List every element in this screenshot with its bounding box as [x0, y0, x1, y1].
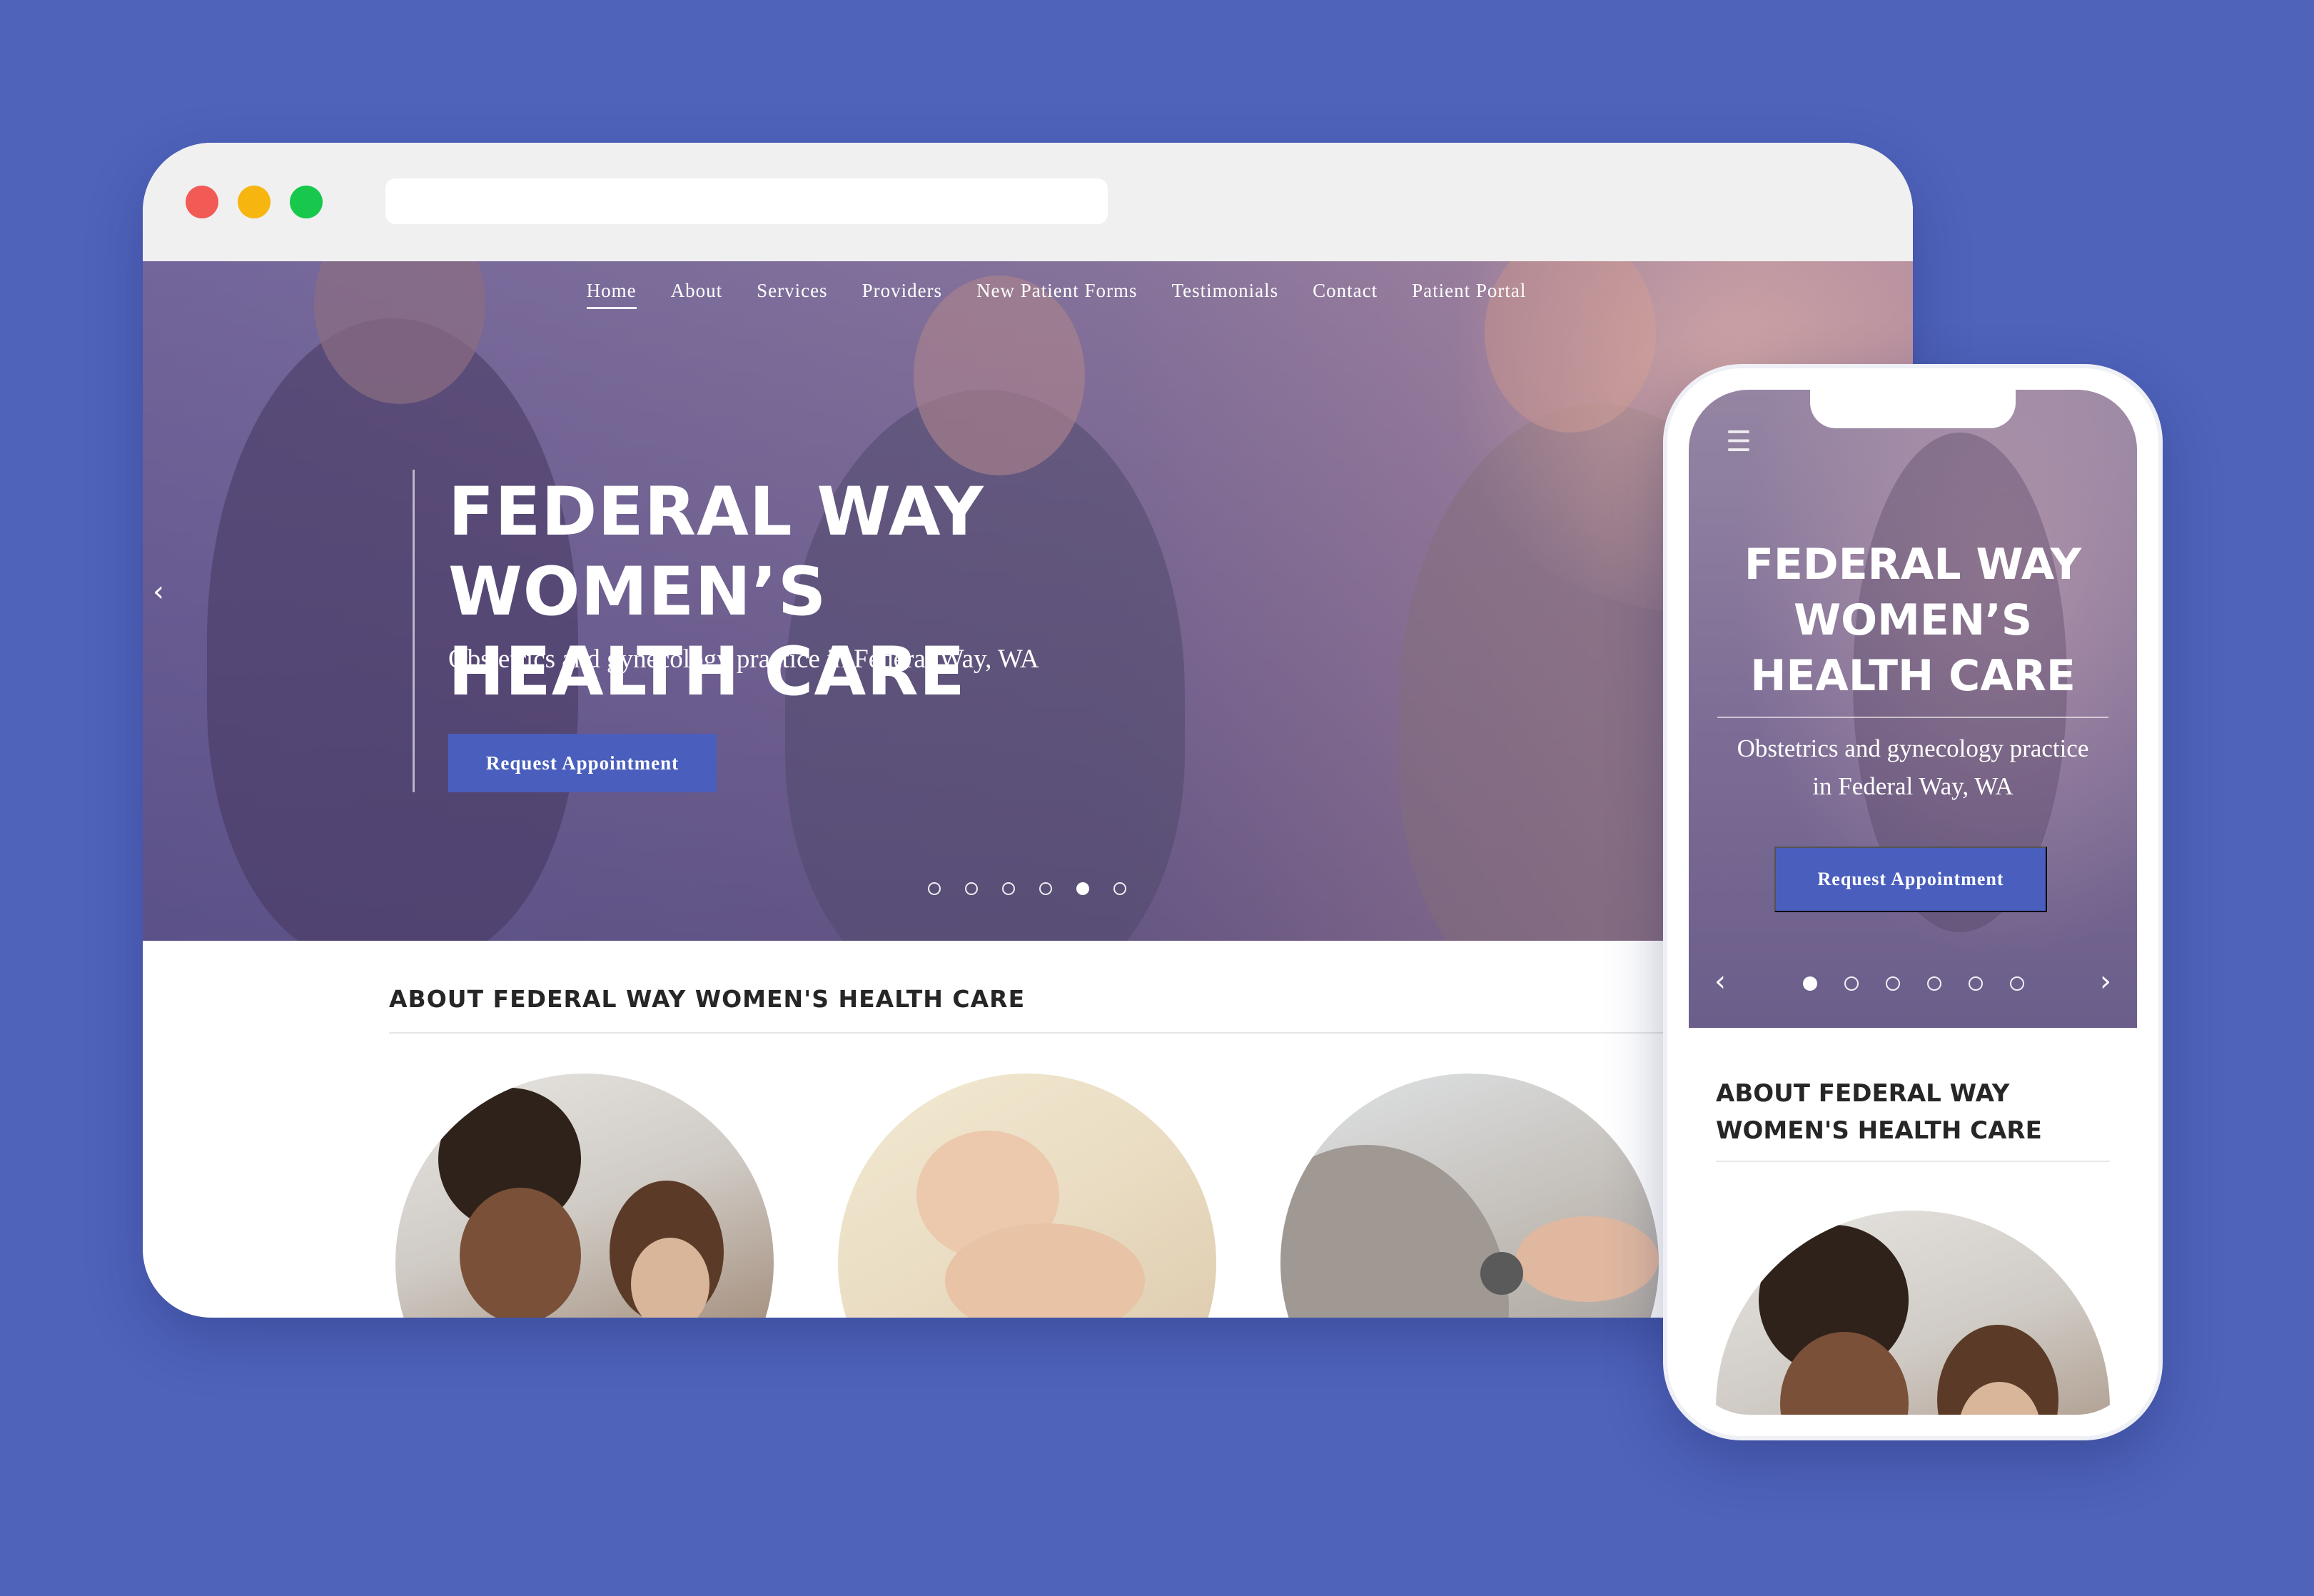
request-appointment-button[interactable]: Request Appointment — [448, 734, 717, 792]
mobile-request-appointment-button[interactable]: Request Appointment — [1774, 847, 2047, 912]
hero-subtitle: Obstetrics and gynecology practice in Fe… — [448, 645, 1039, 674]
phone-notch — [1810, 390, 2016, 428]
hero-title: FEDERAL WAY WOMEN’S HEALTH CARE — [448, 473, 1376, 712]
photo-detail — [1516, 1216, 1659, 1302]
carousel-next-arrow-icon[interactable]: › — [2100, 965, 2111, 998]
address-bar[interactable] — [385, 178, 1108, 224]
maximize-window-button[interactable] — [290, 186, 323, 218]
carousel-dot[interactable] — [1002, 882, 1015, 895]
about-section-title: ABOUT FEDERAL WAY WOMEN'S HEALTH CARE — [389, 985, 1026, 1013]
hamburger-menu-icon[interactable]: ☰ — [1726, 425, 1752, 458]
carousel-indicators — [928, 882, 1126, 895]
mobile-phone-frame: ☰ FEDERAL WAY WOMEN’S HEALTH CARE Obstet… — [1663, 364, 2163, 1440]
mobile-hero-carousel: ☰ FEDERAL WAY WOMEN’S HEALTH CARE Obstet… — [1689, 390, 2137, 1028]
about-photo-women-laughing — [1716, 1211, 2110, 1415]
divider — [1717, 717, 2108, 718]
photo-detail — [460, 1188, 581, 1318]
carousel-dot-active[interactable] — [1803, 976, 1817, 991]
carousel-indicators — [1803, 976, 2024, 991]
about-photo-women-laughing — [395, 1074, 774, 1318]
carousel-dot[interactable] — [1886, 976, 1900, 991]
about-title-line: ABOUT FEDERAL WAY — [1716, 1079, 2010, 1108]
main-nav: Home About Services Providers New Patien… — [143, 280, 1913, 309]
nav-item-testimonials[interactable]: Testimonials — [1172, 280, 1279, 309]
carousel-dot[interactable] — [1844, 976, 1859, 991]
carousel-dot[interactable] — [1969, 976, 1983, 991]
nav-item-contact[interactable]: Contact — [1313, 280, 1378, 309]
carousel-dot[interactable] — [2010, 976, 2024, 991]
about-photo-holding-hands — [838, 1074, 1216, 1318]
minimize-window-button[interactable] — [238, 186, 271, 218]
about-photo-stethoscope — [1280, 1074, 1659, 1318]
divider — [1716, 1161, 2110, 1162]
mobile-about-section-title: ABOUT FEDERAL WAY WOMEN'S HEALTH CARE — [1716, 1075, 2116, 1149]
carousel-dot[interactable] — [1927, 976, 1941, 991]
nav-item-services[interactable]: Services — [757, 280, 827, 309]
carousel-dot[interactable] — [1113, 882, 1126, 895]
nav-item-about[interactable]: About — [671, 280, 723, 309]
hero-title-line: FEDERAL WAY — [1744, 540, 2082, 590]
hero-title-line: FEDERAL WAY WOMEN’S — [448, 473, 984, 631]
hero-accent-line — [413, 470, 415, 792]
nav-item-new-patient-forms[interactable]: New Patient Forms — [976, 280, 1138, 309]
hero-carousel: Home About Services Providers New Patien… — [143, 261, 1913, 941]
browser-toolbar — [143, 143, 1913, 261]
carousel-dot-active[interactable] — [1076, 882, 1089, 895]
mobile-hero-title: FEDERAL WAY WOMEN’S HEALTH CARE — [1689, 537, 2137, 704]
photo-detail — [1280, 1145, 1509, 1318]
about-title-line: WOMEN'S HEALTH CARE — [1716, 1116, 2042, 1145]
subtitle-line: Obstetrics and gynecology practice — [1737, 734, 2089, 762]
hero-title-line: WOMEN’S — [1793, 595, 2033, 645]
mobile-hero-subtitle: Obstetrics and gynecology practice in Fe… — [1710, 729, 2116, 805]
nav-item-providers[interactable]: Providers — [862, 280, 943, 309]
photo-detail — [1480, 1252, 1523, 1295]
desktop-browser-window: Home About Services Providers New Patien… — [143, 143, 1913, 1318]
carousel-prev-arrow-icon[interactable]: ‹ — [153, 575, 164, 608]
divider — [389, 1032, 1817, 1034]
carousel-prev-arrow-icon[interactable]: ‹ — [1714, 965, 1726, 998]
nav-item-home[interactable]: Home — [586, 280, 637, 309]
carousel-dot[interactable] — [928, 882, 941, 895]
mobile-screen: ☰ FEDERAL WAY WOMEN’S HEALTH CARE Obstet… — [1689, 390, 2137, 1415]
nav-item-patient-portal[interactable]: Patient Portal — [1412, 280, 1526, 309]
subtitle-line: in Federal Way, WA — [1812, 772, 2014, 800]
close-window-button[interactable] — [186, 186, 218, 218]
carousel-dot[interactable] — [1039, 882, 1052, 895]
carousel-dot[interactable] — [965, 882, 978, 895]
hero-title-line: HEALTH CARE — [1750, 651, 2076, 701]
